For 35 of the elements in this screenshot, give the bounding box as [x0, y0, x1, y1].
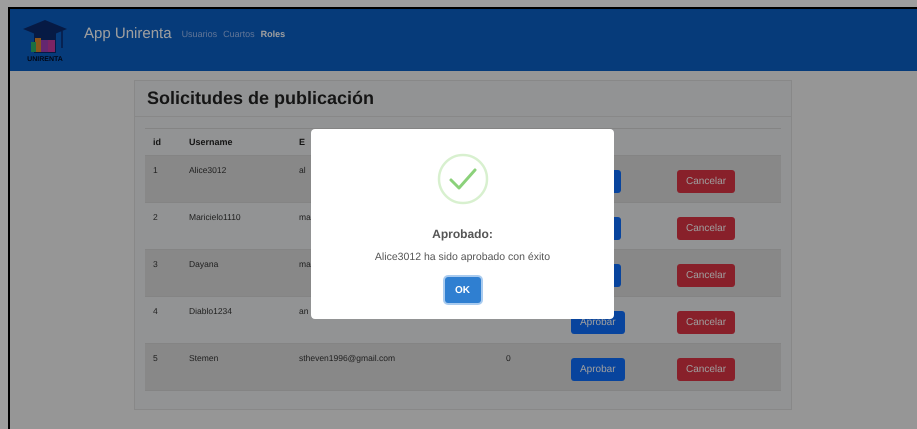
table-cell: ma [299, 212, 311, 222]
cancel-button[interactable]: Cancelar [677, 311, 736, 334]
cancel-button[interactable]: Cancelar [677, 264, 736, 287]
table-cell: Alice3012 [189, 165, 226, 175]
column-header: E [299, 137, 306, 147]
approve-button[interactable]: Aprobar [571, 358, 625, 381]
table-cell: ma [299, 259, 311, 269]
nav-link[interactable]: Usuarios [182, 29, 218, 39]
table-cell: Maricielo1110 [189, 212, 241, 222]
dialog-title: Aprobado: [432, 227, 493, 241]
table-cell: Stemen [189, 353, 218, 363]
nav-link[interactable]: Cuartos [223, 29, 255, 39]
table-cell: al [299, 165, 306, 175]
column-header: id [153, 137, 161, 147]
cancel-button[interactable]: Cancelar [677, 217, 736, 240]
table-cell: 1 [153, 165, 158, 175]
table-cell: Diablo1234 [189, 306, 232, 316]
dialog-message: Alice3012 ha sido aprobado con éxito [374, 251, 550, 263]
table-cell: 5 [153, 353, 158, 363]
table-cell: an [299, 306, 308, 316]
ok-button[interactable]: OK [444, 277, 480, 303]
table-cell: 2 [153, 212, 158, 222]
column-header: Username [189, 137, 233, 147]
brand-title[interactable]: App Unirenta [84, 24, 172, 42]
table-cell: stheven1996@gmail.com [299, 353, 396, 363]
table-cell: 3 [153, 259, 158, 269]
graduation-cap-logo-icon [22, 18, 68, 56]
cancel-button[interactable]: Cancelar [677, 358, 736, 381]
table-cell: Dayana [189, 259, 218, 269]
success-check-icon [436, 153, 488, 205]
cancel-button[interactable]: Cancelar [677, 170, 736, 193]
table-cell: 0 [506, 353, 511, 363]
nav-link[interactable]: Roles [260, 29, 286, 39]
table-cell: 4 [153, 306, 158, 316]
card-title: Solicitudes de publicación [135, 81, 791, 117]
